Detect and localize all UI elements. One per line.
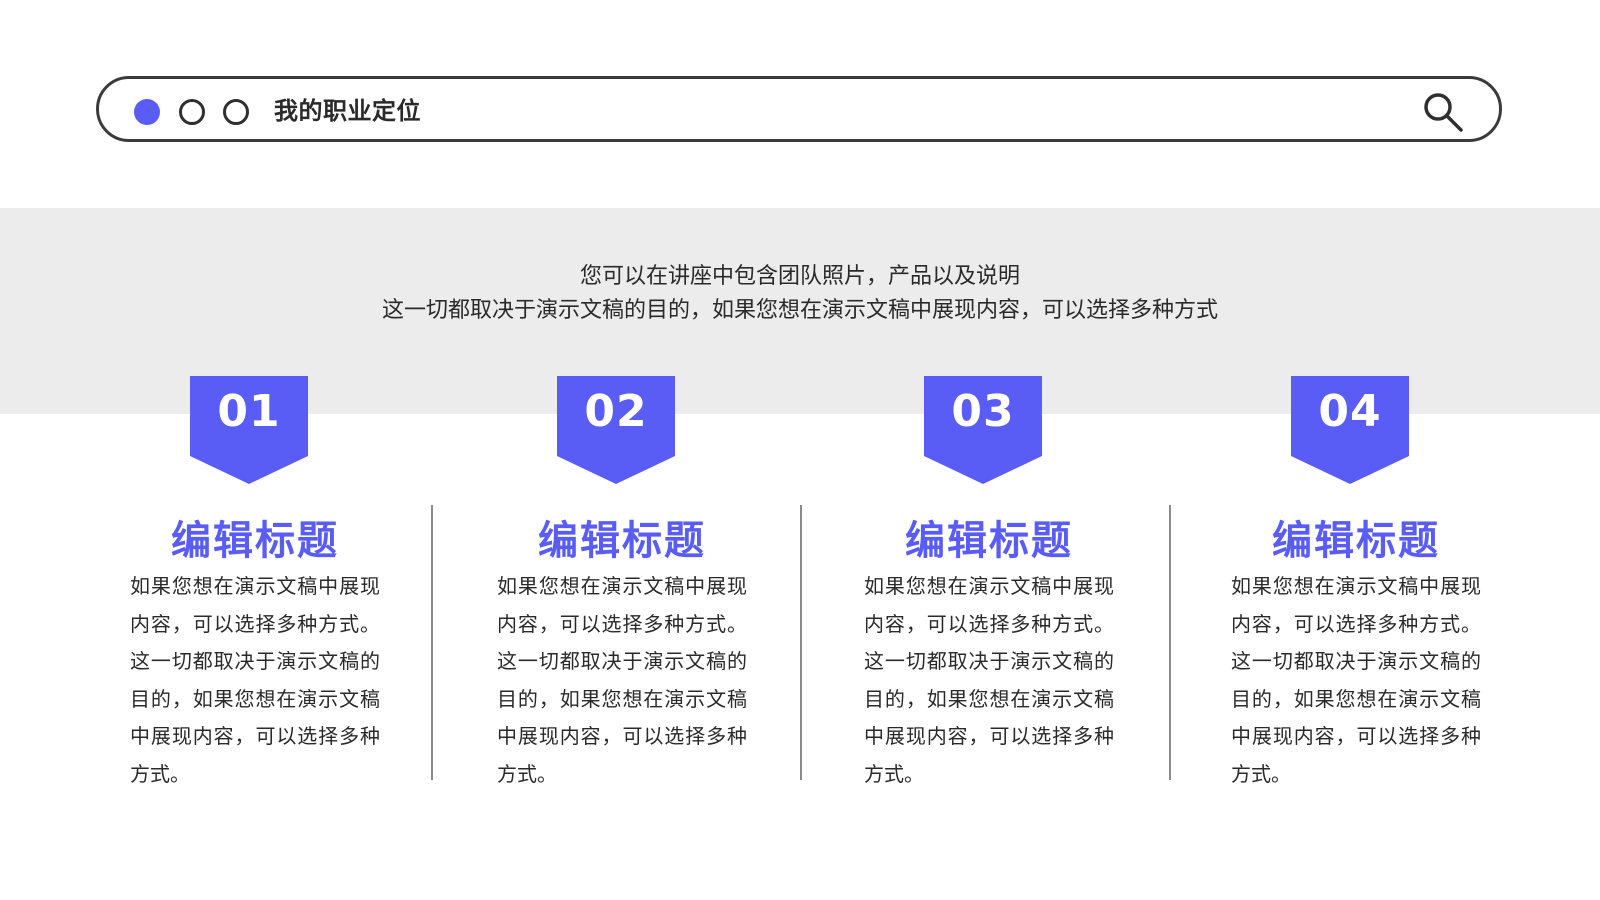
divider: [800, 505, 802, 780]
number-badge: 02: [557, 376, 675, 484]
dot-filled-icon: [134, 99, 160, 125]
badge-number: 02: [584, 386, 648, 437]
divider: [431, 505, 433, 780]
divider: [1169, 505, 1171, 780]
search-icon[interactable]: [1421, 90, 1465, 134]
badge-number: 01: [217, 386, 281, 437]
intro-line-1: 您可以在讲座中包含团队照片，产品以及说明: [579, 264, 1020, 289]
column-body: 如果您想在演示文稿中展现内容，可以选择多种方式。这一切都取决于演示文稿的目的，如…: [130, 574, 380, 786]
number-badge: 03: [924, 376, 1042, 484]
badge-number: 03: [951, 386, 1015, 437]
intro-text: 您可以在讲座中包含团队照片，产品以及说明 这一切都取决于演示文稿的目的，如果您想…: [0, 260, 1600, 328]
column-body: 如果您想在演示文稿中展现内容，可以选择多种方式。这一切都取决于演示文稿的目的，如…: [864, 574, 1114, 786]
number-badge: 01: [190, 376, 308, 484]
page-title: 我的职业定位: [274, 97, 421, 125]
intro-line-2: 这一切都取决于演示文稿的目的，如果您想在演示文稿中展现内容，可以选择多种方式: [381, 298, 1218, 323]
column-body: 如果您想在演示文稿中展现内容，可以选择多种方式。这一切都取决于演示文稿的目的，如…: [1231, 574, 1481, 786]
column-title: 编辑标题: [171, 518, 339, 564]
search-bar[interactable]: 我的职业定位: [96, 76, 1502, 142]
column-title: 编辑标题: [905, 518, 1073, 564]
column-body: 如果您想在演示文稿中展现内容，可以选择多种方式。这一切都取决于演示文稿的目的，如…: [497, 574, 747, 786]
badge-number: 04: [1318, 386, 1382, 437]
column-title: 编辑标题: [538, 518, 706, 564]
dot-outline-icon: [179, 99, 205, 125]
dot-outline-icon: [223, 99, 249, 125]
number-badge: 04: [1291, 376, 1409, 484]
column-title: 编辑标题: [1272, 518, 1440, 564]
